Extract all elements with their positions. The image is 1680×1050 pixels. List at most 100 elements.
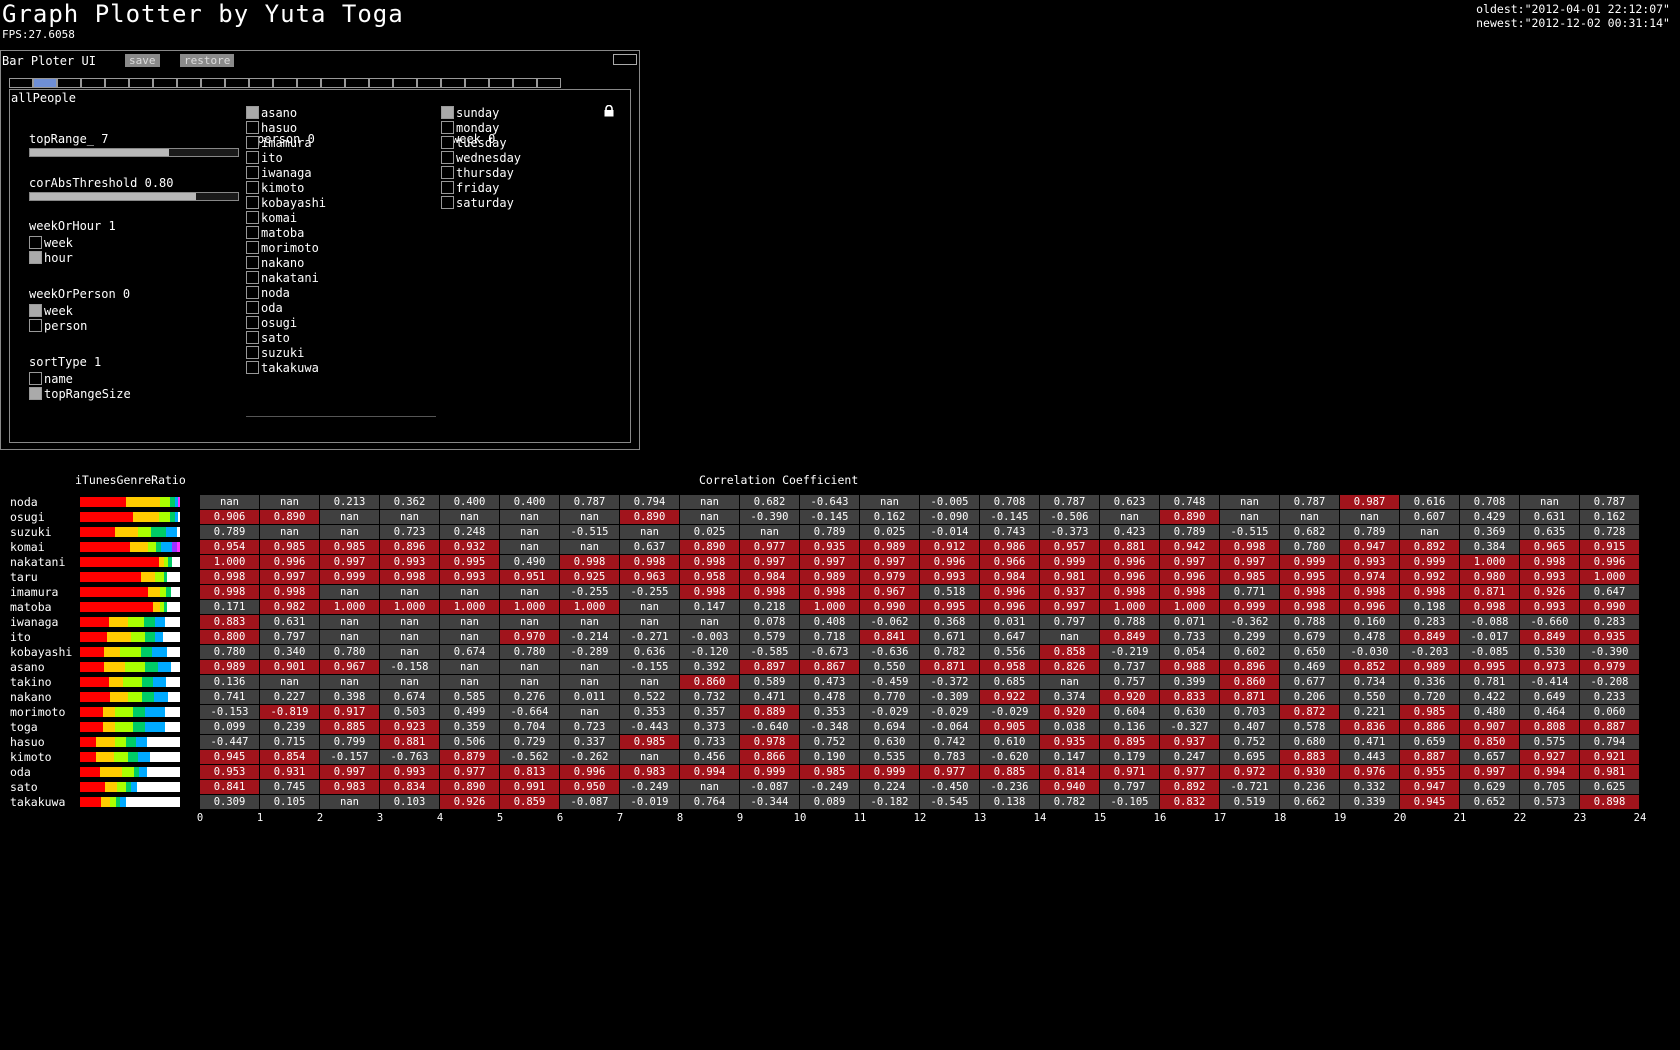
week-option-wednesday-checkbox[interactable]: [441, 151, 454, 164]
week-option-friday-checkbox[interactable]: [441, 181, 454, 194]
week-option-saturday[interactable]: saturday: [441, 195, 514, 210]
week-option-friday[interactable]: friday: [441, 180, 499, 195]
week-or-person-week-checkbox[interactable]: [29, 304, 42, 317]
person-option-nakano[interactable]: nakano: [246, 255, 304, 270]
person-option-osugi[interactable]: osugi: [246, 315, 297, 330]
person-option-nakatani-checkbox[interactable]: [246, 271, 259, 284]
tab-2[interactable]: [57, 78, 81, 88]
week-option-tuesday[interactable]: tuesday: [441, 135, 507, 150]
tab-18[interactable]: [441, 78, 465, 88]
person-option-noda[interactable]: noda: [246, 285, 290, 300]
tab-3[interactable]: [81, 78, 105, 88]
tab-19[interactable]: [465, 78, 489, 88]
tab-11[interactable]: [273, 78, 297, 88]
person-option-asano[interactable]: asano: [246, 105, 297, 120]
correlation-cell: 0.971: [1100, 765, 1159, 779]
person-option-kimoto-checkbox[interactable]: [246, 181, 259, 194]
restore-button[interactable]: restore: [180, 54, 235, 67]
week-or-hour-hour-checkbox[interactable]: [29, 251, 42, 264]
x-tick-label: 0: [196, 812, 204, 824]
week-option-thursday[interactable]: thursday: [441, 165, 514, 180]
tab-12[interactable]: [297, 78, 321, 88]
person-option-nakano-checkbox[interactable]: [246, 256, 259, 269]
top-range-slider[interactable]: [29, 148, 239, 157]
week-option-sunday-checkbox[interactable]: [441, 106, 454, 119]
person-option-hasuo-checkbox[interactable]: [246, 121, 259, 134]
week-option-wednesday[interactable]: wednesday: [441, 150, 521, 165]
week-option-monday[interactable]: monday: [441, 120, 499, 135]
tab-14[interactable]: [345, 78, 369, 88]
person-option-morimoto-checkbox[interactable]: [246, 241, 259, 254]
tab-1[interactable]: [33, 78, 57, 88]
genre-ratio-bar: [80, 692, 180, 702]
person-name: kobayashi: [10, 645, 73, 659]
person-option-imamura[interactable]: imamura: [246, 135, 312, 150]
sort-type-name-checkbox[interactable]: [29, 372, 42, 385]
person-option-nakatani[interactable]: nakatani: [246, 270, 319, 285]
person-option-oda[interactable]: oda: [246, 300, 283, 315]
cor-threshold-slider[interactable]: [29, 192, 239, 201]
week-option-monday-checkbox[interactable]: [441, 121, 454, 134]
person-option-takakuwa-checkbox[interactable]: [246, 361, 259, 374]
correlation-cell: 0.879: [440, 750, 499, 764]
person-option-iwanaga-checkbox[interactable]: [246, 166, 259, 179]
person-option-suzuki-checkbox[interactable]: [246, 346, 259, 359]
person-option-kimoto[interactable]: kimoto: [246, 180, 304, 195]
tab-4[interactable]: [105, 78, 129, 88]
tab-10[interactable]: [249, 78, 273, 88]
person-option-asano-checkbox[interactable]: [246, 106, 259, 119]
person-option-iwanaga[interactable]: iwanaga: [246, 165, 312, 180]
tab-7[interactable]: [177, 78, 201, 88]
person-option-oda-checkbox[interactable]: [246, 301, 259, 314]
week-or-hour-week-checkbox[interactable]: [29, 236, 42, 249]
person-option-kobayashi-checkbox[interactable]: [246, 196, 259, 209]
person-option-takakuwa[interactable]: takakuwa: [246, 360, 319, 375]
genre-segment: [172, 557, 180, 567]
week-or-person-person[interactable]: person: [29, 318, 87, 333]
sort-type-toprangesize-checkbox[interactable]: [29, 387, 42, 400]
save-button[interactable]: save: [125, 54, 160, 67]
tab-8[interactable]: [201, 78, 225, 88]
tab-0[interactable]: [9, 78, 33, 88]
week-or-hour-week[interactable]: week: [29, 235, 73, 250]
week-or-person-week[interactable]: week: [29, 303, 73, 318]
week-or-hour-hour[interactable]: hour: [29, 250, 73, 265]
week-or-person-person-checkbox[interactable]: [29, 319, 42, 332]
tab-6[interactable]: [153, 78, 177, 88]
tab-13[interactable]: [321, 78, 345, 88]
tab-15[interactable]: [369, 78, 393, 88]
person-option-sato[interactable]: sato: [246, 330, 290, 345]
person-option-hasuo[interactable]: hasuo: [246, 120, 297, 135]
tab-22[interactable]: [537, 78, 561, 88]
person-option-matoba-checkbox[interactable]: [246, 226, 259, 239]
correlation-cell: 0.299: [1220, 630, 1279, 644]
correlation-cell: 1.000: [1460, 555, 1519, 569]
tab-20[interactable]: [489, 78, 513, 88]
tab-5[interactable]: [129, 78, 153, 88]
person-option-matoba[interactable]: matoba: [246, 225, 304, 240]
person-option-ito-checkbox[interactable]: [246, 151, 259, 164]
person-option-sato-checkbox[interactable]: [246, 331, 259, 344]
week-option-saturday-checkbox[interactable]: [441, 196, 454, 209]
person-option-suzuki[interactable]: suzuki: [246, 345, 304, 360]
week-option-tuesday-checkbox[interactable]: [441, 136, 454, 149]
correlation-cell: 0.887: [1580, 720, 1639, 734]
sort-type-toprangesize[interactable]: topRangeSize: [29, 386, 131, 401]
tab-21[interactable]: [513, 78, 537, 88]
tab-17[interactable]: [417, 78, 441, 88]
correlation-cell: -0.003: [680, 630, 739, 644]
collapse-button[interactable]: [613, 54, 637, 65]
tab-16[interactable]: [393, 78, 417, 88]
person-option-komai[interactable]: komai: [246, 210, 297, 225]
person-option-morimoto[interactable]: morimoto: [246, 240, 319, 255]
person-option-noda-checkbox[interactable]: [246, 286, 259, 299]
tab-9[interactable]: [225, 78, 249, 88]
person-option-ito[interactable]: ito: [246, 150, 283, 165]
week-option-thursday-checkbox[interactable]: [441, 166, 454, 179]
person-option-komai-checkbox[interactable]: [246, 211, 259, 224]
sort-type-name[interactable]: name: [29, 371, 73, 386]
person-option-kobayashi[interactable]: kobayashi: [246, 195, 326, 210]
person-option-imamura-checkbox[interactable]: [246, 136, 259, 149]
person-option-osugi-checkbox[interactable]: [246, 316, 259, 329]
week-option-sunday[interactable]: sunday: [441, 105, 499, 120]
